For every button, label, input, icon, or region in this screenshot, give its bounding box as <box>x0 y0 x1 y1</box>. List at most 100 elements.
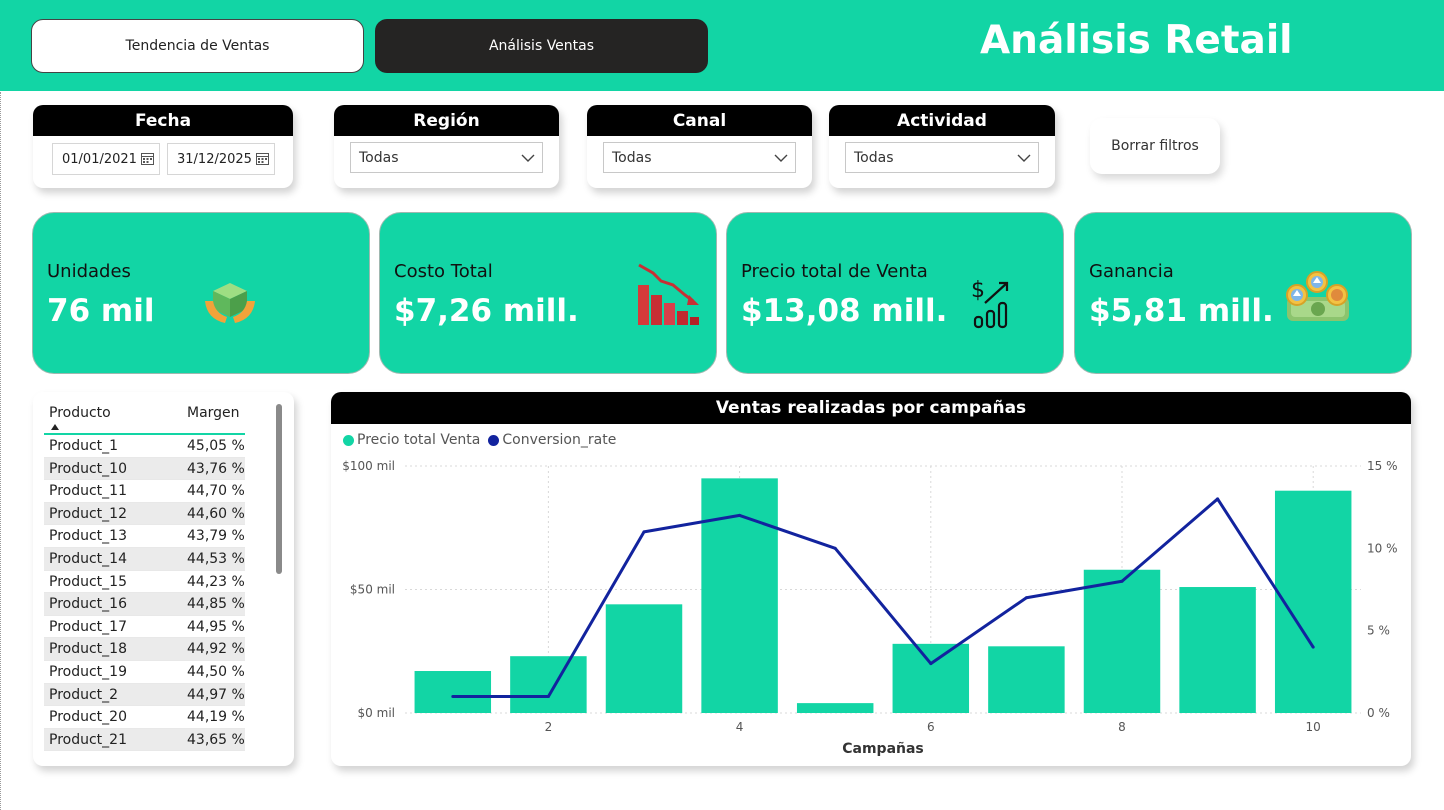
cell-margen: 44,85 % <box>187 596 245 613</box>
cell-producto: Product_16 <box>49 596 127 613</box>
cell-margen: 43,76 % <box>187 460 245 477</box>
money-coins-icon <box>1286 271 1349 321</box>
cell-producto: Product_18 <box>49 641 127 658</box>
table-row[interactable]: Product_1 45,05 % <box>44 435 245 458</box>
cell-margen: 44,23 % <box>187 573 245 590</box>
nav-tendencia-ventas-button[interactable]: Tendencia de Ventas <box>31 19 364 73</box>
line-point <box>642 530 646 534</box>
cell-margen: 44,92 % <box>187 641 245 658</box>
kpi-value: $13,08 mill. <box>741 293 948 329</box>
bar <box>1179 587 1256 713</box>
bar <box>892 643 970 713</box>
end-date-value: 31/12/2025 <box>177 151 252 167</box>
cell-producto: Product_1 <box>49 438 119 454</box>
cell-margen: 45,05 % <box>187 438 245 454</box>
actividad-dropdown[interactable]: Todas <box>845 142 1039 173</box>
y-right-tick-label: 0 % <box>1367 706 1390 720</box>
cell-producto: Product_12 <box>49 505 127 522</box>
cell-margen: 44,50 % <box>187 663 245 680</box>
cell-producto: Product_19 <box>49 663 127 680</box>
region-selected-value: Todas <box>359 149 399 166</box>
kpi-unidades-card: Unidades 76 mil <box>32 212 370 374</box>
cell-margen: 44,95 % <box>187 618 245 635</box>
cell-margen: 44,70 % <box>187 483 245 500</box>
box-hands-icon <box>205 283 255 323</box>
start-date-value: 01/01/2021 <box>62 151 137 167</box>
table-row[interactable]: Product_17 44,95 % <box>44 616 245 639</box>
cell-margen: 43,79 % <box>187 528 245 545</box>
table-row[interactable]: Product_10 43,76 % <box>44 457 245 481</box>
svg-text:$: $ <box>971 278 985 303</box>
table-row[interactable]: Product_11 44,70 % <box>44 480 245 503</box>
x-axis-label: Campañas <box>842 741 924 757</box>
table-row[interactable]: Product_14 44,53 % <box>44 547 245 571</box>
line-point <box>929 662 933 666</box>
table-row[interactable]: Product_12 44,60 % <box>44 502 245 526</box>
actividad-selected-value: Todas <box>854 149 894 166</box>
column-header-producto[interactable]: Producto <box>49 405 111 421</box>
x-tick-label: 4 <box>736 720 744 734</box>
line-point <box>451 695 455 699</box>
start-date-field[interactable]: 01/01/2021 <box>52 143 160 175</box>
y-right-tick-label: 5 % <box>1367 624 1390 638</box>
cell-margen: 43,65 % <box>187 731 245 748</box>
cell-producto: Product_11 <box>49 483 127 500</box>
header-bar: Tendencia de Ventas Análisis Ventas Anál… <box>0 0 1444 91</box>
table-body: Product_1 45,05 % Product_10 43,76 % Product… <box>44 435 245 752</box>
y-right-tick-label: 10 % <box>1367 541 1398 555</box>
line-point <box>1311 645 1315 649</box>
canal-dropdown[interactable]: Todas <box>603 142 796 173</box>
kpi-label: Ganancia <box>1089 261 1174 282</box>
table-row[interactable]: Product_18 44,92 % <box>44 638 245 661</box>
chart-plot: $0 mil $50 mil $100 mil 0 % 5 % 10 % 15 % 2 4 6 8 1… <box>342 459 1398 757</box>
table-header: Producto Margen <box>44 405 245 435</box>
y-left-tick-label: $50 mil <box>350 583 395 597</box>
kpi-precio-card: Precio total de Venta $13,08 mill. $ <box>726 212 1064 374</box>
table-row[interactable]: Product_15 44,23 % <box>44 571 245 594</box>
region-filter: Región Todas <box>334 105 559 188</box>
sort-ascending-icon[interactable] <box>51 424 59 430</box>
x-tick-label: 2 <box>545 720 553 734</box>
column-header-margen[interactable]: Margen <box>187 405 240 421</box>
declining-bars-icon <box>638 263 699 325</box>
actividad-filter-title: Actividad <box>829 105 1055 136</box>
table-row[interactable]: Product_2 44,97 % <box>44 683 245 707</box>
x-tick-label: 10 <box>1306 720 1321 734</box>
line-point <box>738 513 742 517</box>
page-edge-guide <box>0 92 1 810</box>
x-tick-label: 8 <box>1118 720 1126 734</box>
campaign-sales-chart: Ventas realizadas por campañas Precio to… <box>331 392 1411 766</box>
canal-filter: Canal Todas <box>587 105 812 188</box>
cell-producto: Product_2 <box>49 686 119 703</box>
clear-filters-button[interactable]: Borrar filtros <box>1090 118 1220 174</box>
bar <box>414 671 492 713</box>
region-dropdown[interactable]: Todas <box>350 142 543 173</box>
table-row[interactable]: Product_20 44,19 % <box>44 706 245 729</box>
kpi-label: Costo Total <box>394 261 493 282</box>
nav-analisis-ventas-button[interactable]: Análisis Ventas <box>375 19 708 73</box>
line-point <box>546 695 550 699</box>
y-left-tick-label: $0 mil <box>358 706 395 720</box>
actividad-filter: Actividad Todas <box>829 105 1055 188</box>
cell-margen: 44,53 % <box>187 550 245 567</box>
y-left-tick-label: $100 mil <box>342 459 395 473</box>
cell-producto: Product_13 <box>49 528 127 545</box>
fecha-filter: Fecha 01/01/2021 31/12/2025 <box>33 105 293 188</box>
table-row[interactable]: Product_13 43,79 % <box>44 525 245 548</box>
kpi-value: $5,81 mill. <box>1089 293 1274 329</box>
calendar-icon[interactable] <box>256 152 269 165</box>
table-scrollbar[interactable] <box>276 404 282 574</box>
table-row[interactable]: Product_21 43,65 % <box>44 728 245 752</box>
kpi-value: 76 mil <box>47 293 155 329</box>
table-row[interactable]: Product_16 44,85 % <box>44 593 245 616</box>
bar <box>1083 569 1161 713</box>
bar <box>796 703 874 713</box>
end-date-field[interactable]: 31/12/2025 <box>167 143 275 175</box>
dollar-growth-icon: $ <box>971 278 1009 329</box>
calendar-icon[interactable] <box>141 152 154 165</box>
x-tick-label: 6 <box>927 720 935 734</box>
cell-margen: 44,60 % <box>187 505 245 522</box>
chevron-down-icon <box>774 154 788 162</box>
fecha-filter-title: Fecha <box>33 105 293 136</box>
table-row[interactable]: Product_19 44,50 % <box>44 661 245 684</box>
